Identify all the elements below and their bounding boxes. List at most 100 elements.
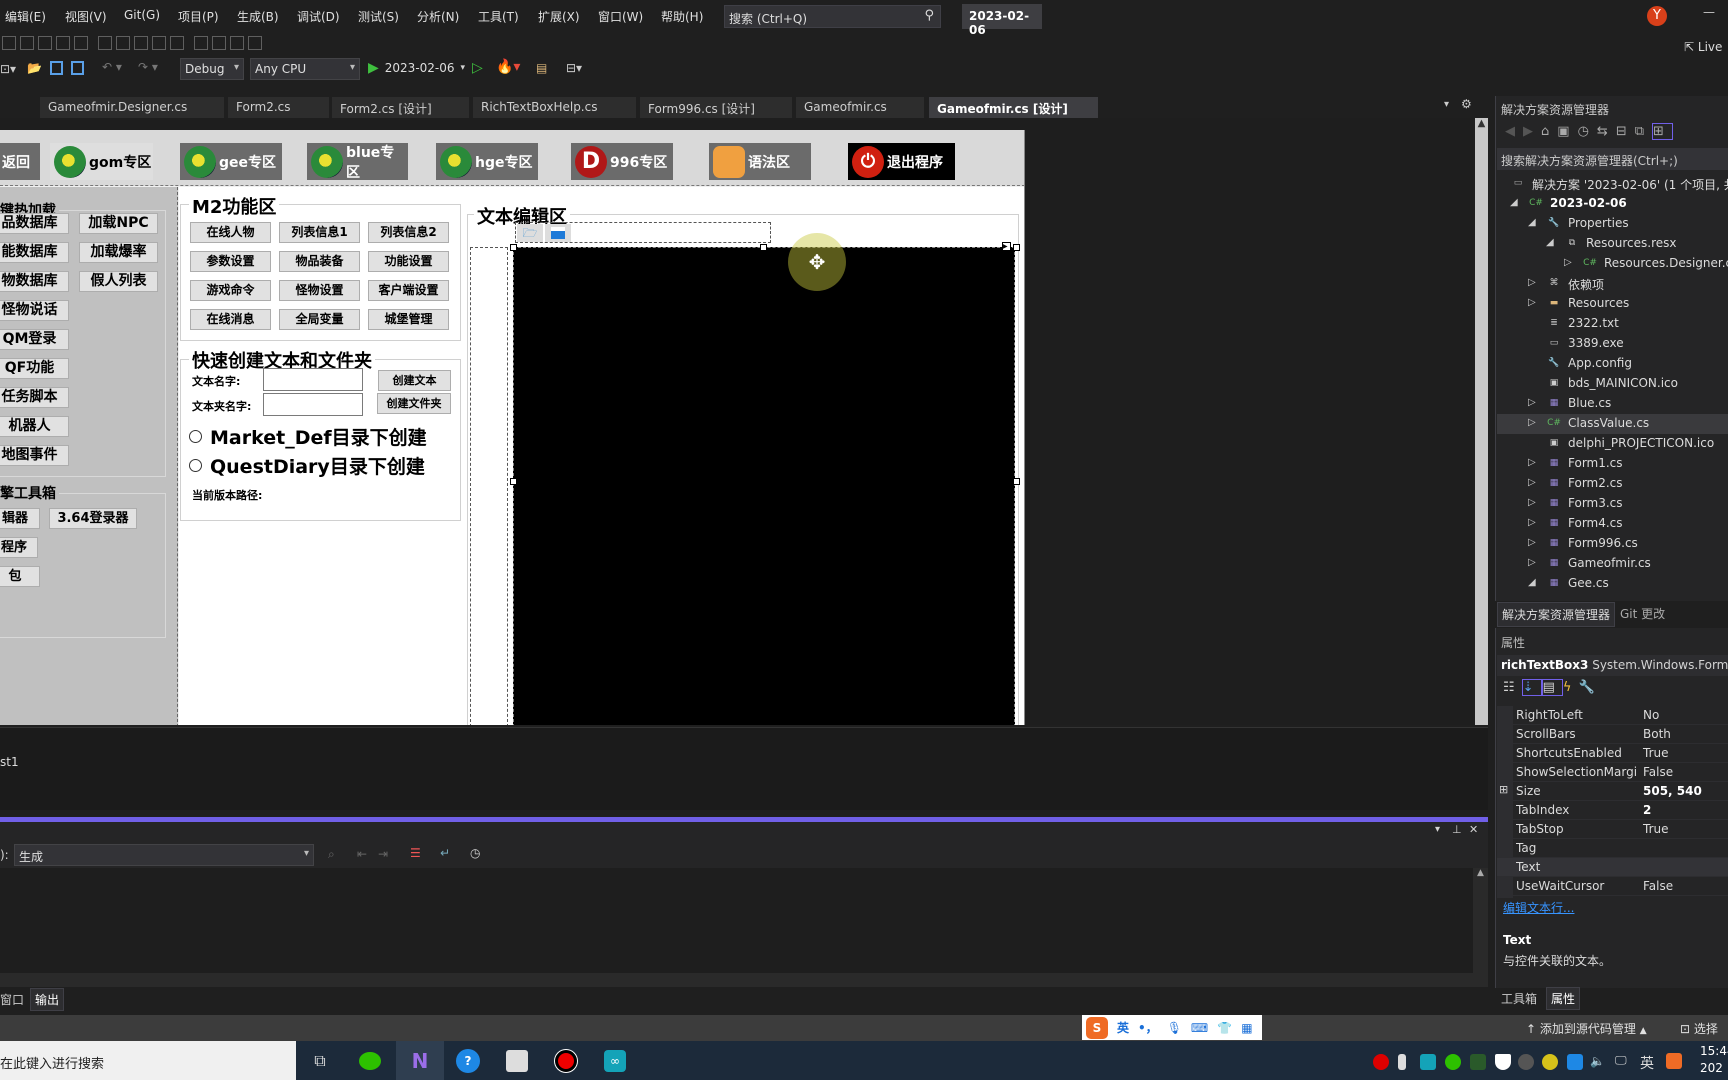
property-row[interactable]: Tag xyxy=(1497,839,1728,858)
history-icon[interactable]: ◷ xyxy=(1578,124,1597,139)
start-debug-button[interactable]: ▶ 2023-02-06 ▾ xyxy=(368,60,465,76)
help-icon[interactable]: ? xyxy=(444,1041,492,1080)
output-panel-dragbar[interactable]: ▾ ⊥ ✕ xyxy=(0,822,1488,842)
expanded-arrow-icon[interactable]: ◢ xyxy=(1528,577,1536,588)
save-icon[interactable] xyxy=(545,224,571,242)
output-source-dropdown[interactable]: 生成 xyxy=(14,844,314,866)
layout-tool-icon[interactable] xyxy=(74,36,88,50)
tree-item[interactable]: ▭ 解决方案 '2023-02-06' (1 个项目, 共 xyxy=(1497,174,1728,194)
tree-item[interactable]: ◢ C# 2023-02-06 xyxy=(1497,194,1728,214)
property-value[interactable]: 2 xyxy=(1643,803,1651,817)
resize-handle[interactable] xyxy=(510,244,517,251)
tray-language[interactable]: 英 xyxy=(1640,1053,1654,1073)
platform-dropdown[interactable]: Any CPU xyxy=(250,58,360,80)
tree-item[interactable]: ▷ C# Resources.Designer.cs xyxy=(1497,254,1728,274)
alphabetical-icon[interactable]: ⇣ xyxy=(1521,679,1542,696)
property-value[interactable]: False xyxy=(1643,879,1673,893)
layout-tool-icon[interactable] xyxy=(170,36,184,50)
switch-view-icon[interactable]: ▣ xyxy=(1557,124,1577,139)
menu-item[interactable]: 生成(B) xyxy=(237,8,279,25)
live-share-button[interactable]: ⇱ Live xyxy=(1684,40,1722,54)
tree-item[interactable]: ≣ 2322.txt xyxy=(1497,314,1728,334)
m2-button[interactable]: 在线人物 xyxy=(190,222,271,243)
back-icon[interactable]: ◀ xyxy=(1505,124,1523,139)
hot-load-button[interactable]: 怪物说话 xyxy=(0,300,69,321)
window-position-icon[interactable]: ▾ xyxy=(1435,824,1440,835)
m2-button[interactable]: 物品装备 xyxy=(279,251,360,272)
tab-window[interactable]: 窗口 xyxy=(0,991,24,1008)
clock[interactable]: 15:44 202 xyxy=(1700,1043,1728,1077)
toolbox-button[interactable]: 3.64登录器 xyxy=(49,508,137,529)
output-hscrollbar[interactable] xyxy=(0,973,1488,987)
tab-1[interactable]: Form2.cs xyxy=(228,97,330,118)
top-button-0[interactable]: 返回 xyxy=(0,143,40,180)
collapsed-arrow-icon[interactable]: ▷ xyxy=(1528,397,1536,408)
events-icon[interactable]: ϟ xyxy=(1563,680,1579,695)
forward-icon[interactable]: ▶ xyxy=(1523,124,1541,139)
link-app-icon[interactable]: ∞ xyxy=(591,1041,639,1080)
properties-icon[interactable]: ▤ xyxy=(1541,679,1563,696)
property-value[interactable]: True xyxy=(1643,822,1669,836)
properties-object-selector[interactable]: richTextBox3 System.Windows.Forms. xyxy=(1497,655,1728,676)
collapsed-arrow-icon[interactable]: ▷ xyxy=(1528,497,1536,508)
menu-item[interactable]: Git(G) xyxy=(124,8,160,22)
top-button-1[interactable]: gom专区 xyxy=(50,143,153,180)
questdiary-label[interactable]: QuestDiary目录下创建 xyxy=(210,452,425,479)
word-wrap-icon[interactable]: ↵ xyxy=(440,846,450,860)
find-message-icon[interactable]: ⌕ xyxy=(328,847,335,862)
collapsed-arrow-icon[interactable]: ▷ xyxy=(1528,297,1536,308)
tab-6[interactable]: Gameofmir.cs [设计] xyxy=(929,97,1099,118)
tree-item[interactable]: ▷ ▦ Form2.cs xyxy=(1497,474,1728,494)
editor-app-icon[interactable] xyxy=(493,1041,541,1080)
tab-5[interactable]: Gameofmir.cs xyxy=(796,97,925,118)
create-folder-button[interactable]: 创建文件夹 xyxy=(377,393,451,414)
collapsed-arrow-icon[interactable]: ▷ xyxy=(1528,277,1536,288)
folder-name-input[interactable] xyxy=(263,393,363,416)
m2-button[interactable]: 列表信息1 xyxy=(279,222,360,243)
designer-scroll-track[interactable]: ▲ xyxy=(1473,118,1488,725)
property-value[interactable]: 505, 540 xyxy=(1643,784,1702,798)
ime-language[interactable]: 英 xyxy=(1117,1019,1129,1036)
prev-message-icon[interactable]: ⇤ xyxy=(357,847,367,861)
layout-tool-icon[interactable] xyxy=(230,36,244,50)
layout-tool-icon[interactable] xyxy=(212,36,226,50)
home-icon[interactable]: ⌂ xyxy=(1541,124,1557,139)
speaker-tray-icon[interactable] xyxy=(1518,1054,1534,1070)
property-row[interactable]: ScrollBars Both xyxy=(1497,725,1728,744)
menu-item[interactable]: 帮助(H) xyxy=(661,8,703,25)
recorder-icon[interactable] xyxy=(542,1041,590,1080)
layout-tool-icon[interactable] xyxy=(20,36,34,50)
ime-punct[interactable]: •， xyxy=(1138,1019,1158,1036)
layout-tool-icon[interactable] xyxy=(38,36,52,50)
hot-load-button[interactable]: QF功能 xyxy=(0,358,69,379)
create-text-button[interactable]: 创建文本 xyxy=(378,370,451,391)
scroll-up-icon[interactable]: ▲ xyxy=(1475,118,1488,129)
resize-handle[interactable] xyxy=(1013,244,1020,251)
toolbox-icon[interactable]: ▦ xyxy=(1241,1021,1252,1035)
collapsed-arrow-icon[interactable]: ▷ xyxy=(1528,477,1536,488)
layout-tool-icon[interactable] xyxy=(2,36,16,50)
save-all-icon[interactable] xyxy=(71,61,84,75)
m2-button[interactable]: 城堡管理 xyxy=(368,309,449,330)
menu-item[interactable]: 分析(N) xyxy=(417,8,459,25)
m2-button[interactable]: 在线消息 xyxy=(190,309,271,330)
record-tray-icon[interactable] xyxy=(1373,1054,1389,1070)
start-without-debug-icon[interactable]: ▷ xyxy=(472,60,483,76)
hot-load-button[interactable]: 地图事件 xyxy=(0,445,69,466)
copy-icon[interactable]: ⧉ xyxy=(1635,124,1652,139)
volume-icon[interactable]: 🔈 xyxy=(1590,1054,1605,1068)
m2-button[interactable]: 游戏命令 xyxy=(190,280,271,301)
collapse-all-icon[interactable]: ⊟ xyxy=(1616,124,1635,139)
resize-handle[interactable] xyxy=(510,478,517,485)
skin-icon[interactable]: 👕 xyxy=(1217,1021,1232,1035)
resize-handle[interactable] xyxy=(760,244,767,251)
tab-properties[interactable]: 属性 xyxy=(1546,987,1581,1010)
preview-icon[interactable]: ⊞ xyxy=(1652,123,1673,140)
top-button-6[interactable]: 语法区 xyxy=(709,143,811,180)
layout-tool-icon[interactable] xyxy=(56,36,70,50)
wechat-tray-icon[interactable] xyxy=(1445,1054,1461,1070)
resize-handle[interactable] xyxy=(1013,478,1020,485)
hot-load-button[interactable]: 加载爆率 xyxy=(79,242,158,263)
task-view-icon[interactable]: ⧉ xyxy=(296,1041,344,1080)
window-layout-icon[interactable]: ⊟▾ xyxy=(566,61,582,75)
